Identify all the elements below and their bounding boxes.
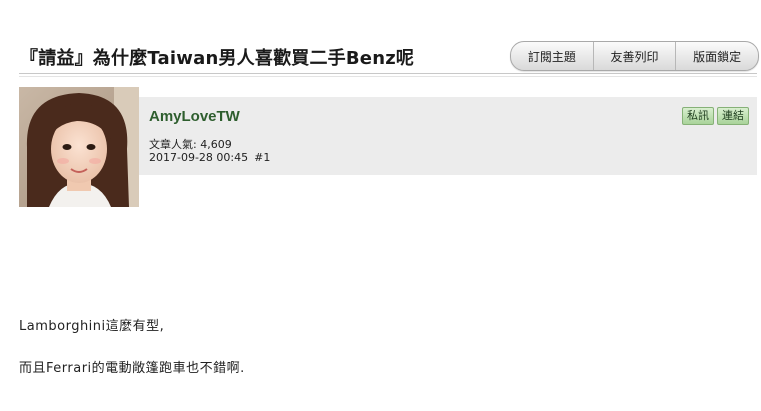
post-body: Lamborghini這麼有型, 而且Ferrari的電動敞篷跑車也不錯啊. [19,318,739,378]
post-link-button[interactable]: 連結 [717,107,749,125]
username-link[interactable]: AmyLoveTW [149,108,240,125]
lock-layout-button[interactable]: 版面鎖定 [675,42,758,70]
post-body-line: Lamborghini這麼有型, [19,319,165,334]
article-popularity: 文章人氣: 4,609 [149,138,232,151]
private-message-button[interactable]: 私訊 [682,107,714,125]
avatar-image [19,87,139,207]
post-timestamp: 2017-09-28 00:45 [149,151,249,164]
thread-header: 『請益』為什麼Taiwan男人喜歡買二手Benz呢 訂閱主題 友善列印 版面鎖定 [0,38,761,74]
post-actions: 私訊 連結 [682,107,749,125]
subscribe-button[interactable]: 訂閱主題 [511,42,593,70]
avatar[interactable] [19,87,139,207]
header-divider [19,73,757,77]
post-body-line: 而且Ferrari的電動敞篷跑車也不錯啊. [19,361,245,376]
print-button[interactable]: 友善列印 [592,42,676,70]
thread-toolbar: 訂閱主題 友善列印 版面鎖定 [510,41,759,71]
post-author-info: AmyLoveTW 文章人氣: 4,609 2017-09-28 00:45 #1… [139,97,757,175]
post-meta: 2017-09-28 00:45 #1 [149,151,270,164]
post-floor-number[interactable]: #1 [254,151,270,164]
thread-title: 『請益』為什麼Taiwan男人喜歡買二手Benz呢 [20,48,415,69]
